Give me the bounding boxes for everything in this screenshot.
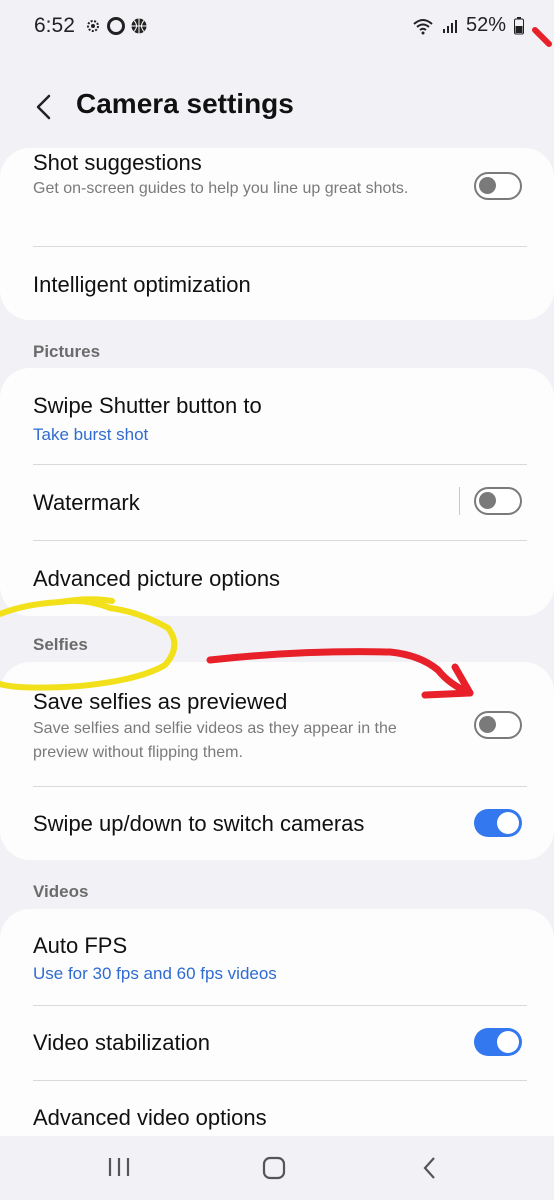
- app-header: Camera settings: [0, 72, 554, 144]
- ring-notification-icon: [107, 17, 125, 35]
- section-label-selfies: Selfies: [33, 635, 88, 654]
- swipe-switch-cameras-row[interactable]: Swipe up/down to switch cameras: [0, 787, 554, 860]
- auto-fps-value: Use for 30 fps and 60 fps videos: [33, 964, 277, 983]
- home-icon[interactable]: [262, 1156, 286, 1180]
- save-selfies-toggle[interactable]: [474, 711, 522, 739]
- toggle-knob: [479, 492, 496, 509]
- shot-suggestions-toggle[interactable]: [474, 172, 522, 200]
- toggle-knob: [497, 1031, 519, 1053]
- vertical-separator: [459, 487, 460, 515]
- recent-apps-icon[interactable]: [107, 1156, 131, 1178]
- status-right: 52%: [412, 14, 524, 37]
- back-arrow-icon[interactable]: [30, 92, 60, 122]
- settings-card-selfies: Save selfies as previewed Save selfies a…: [0, 662, 554, 860]
- video-stabilization-toggle[interactable]: [474, 1028, 522, 1056]
- nav-back-icon[interactable]: [420, 1156, 440, 1180]
- section-label-videos: Videos: [33, 882, 89, 901]
- settings-card-pictures: Swipe Shutter button to Take burst shot …: [0, 368, 554, 616]
- navigation-bar: [0, 1136, 554, 1200]
- save-selfies-row[interactable]: Save selfies as previewed Save selfies a…: [0, 662, 554, 786]
- swipe-shutter-row[interactable]: Swipe Shutter button to Take burst shot: [0, 368, 554, 464]
- basketball-icon: [131, 18, 147, 34]
- section-label-pictures: Pictures: [33, 342, 101, 361]
- auto-fps-row[interactable]: Auto FPS Use for 30 fps and 60 fps video…: [0, 909, 554, 1005]
- settings-card-videos: Auto FPS Use for 30 fps and 60 fps video…: [0, 909, 554, 1169]
- status-bar: 6:52 52%: [0, 0, 554, 56]
- settings-notification-icon: [87, 20, 99, 32]
- battery-percent: 52%: [465, 14, 506, 36]
- toggle-knob: [479, 177, 496, 194]
- toggle-knob: [479, 716, 496, 733]
- swipe-switch-cameras-toggle[interactable]: [474, 809, 522, 837]
- video-stabilization-row[interactable]: Video stabilization: [0, 1006, 554, 1080]
- shot-suggestions-title: Shot suggestions: [33, 150, 202, 175]
- save-selfies-subtitle: Save selfies and selfie videos as they a…: [33, 720, 397, 761]
- advanced-video-options-title: Advanced video options: [33, 1105, 267, 1130]
- intelligent-optimization-row[interactable]: Intelligent optimization: [0, 247, 554, 320]
- swipe-shutter-value: Take burst shot: [33, 425, 149, 444]
- auto-fps-title: Auto FPS: [33, 933, 128, 958]
- video-stabilization-title: Video stabilization: [33, 1030, 210, 1055]
- settings-card-general: Shot suggestions Get on-screen guides to…: [0, 148, 554, 320]
- page-title: Camera settings: [76, 88, 294, 119]
- swipe-switch-cameras-title: Swipe up/down to switch cameras: [33, 811, 365, 836]
- watermark-row[interactable]: Watermark: [0, 465, 554, 540]
- save-selfies-title: Save selfies as previewed: [33, 689, 288, 714]
- swipe-shutter-title: Swipe Shutter button to: [33, 393, 262, 418]
- advanced-picture-options-title: Advanced picture options: [33, 566, 281, 591]
- shot-suggestions-subtitle: Get on-screen guides to help you line up…: [33, 180, 409, 197]
- signal-icon: [442, 19, 457, 33]
- advanced-picture-options-row[interactable]: Advanced picture options: [0, 541, 554, 616]
- intelligent-optimization-title: Intelligent optimization: [33, 272, 251, 297]
- toggle-knob: [497, 812, 519, 834]
- status-time: 6:52: [34, 14, 75, 37]
- watermark-title: Watermark: [33, 490, 140, 515]
- notification-icons: [84, 16, 148, 36]
- battery-icon: [514, 16, 524, 34]
- shot-suggestions-row[interactable]: Shot suggestions Get on-screen guides to…: [0, 148, 554, 246]
- wifi-icon: [413, 18, 433, 34]
- watermark-toggle[interactable]: [474, 487, 522, 515]
